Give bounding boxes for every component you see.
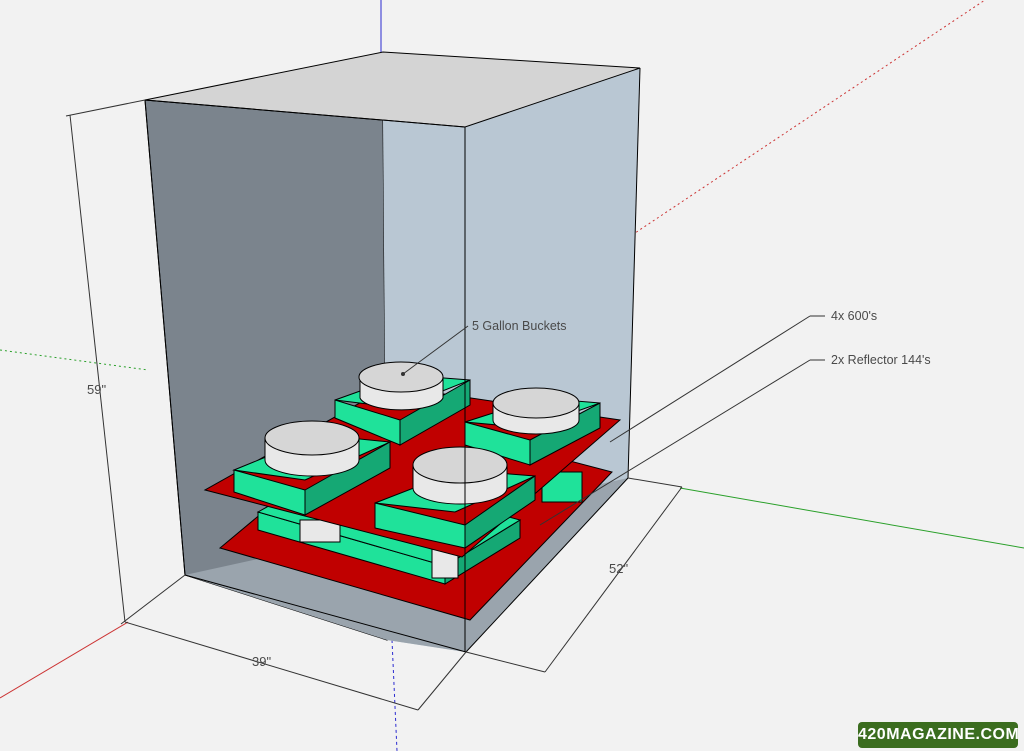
sketchup-viewport: 59" 39" 52" 5 Gallon Buckets 4x 600's 2x…: [0, 0, 1024, 751]
watermark-logo: 420MAGAZINE.COM: [858, 722, 1019, 748]
depth-dimension-label: 52": [609, 561, 628, 576]
bucket-lid: [412, 446, 508, 484]
bucket-lid: [358, 361, 444, 393]
width-dimension-label: 39": [252, 654, 271, 669]
bucket-callout-dot: [401, 372, 405, 376]
buckets-callout-label: 5 Gallon Buckets: [472, 319, 567, 333]
green-axis-dotted: [0, 349, 149, 371]
reflectors-callout-label: 2x Reflector 144's: [831, 353, 931, 367]
green-axis-solid: [679, 487, 1024, 549]
red-axis-solid: [0, 621, 129, 699]
lights-callout-label: 4x 600's: [831, 309, 877, 323]
blue-axis-bottom: [391, 639, 398, 751]
bucket-lid: [264, 420, 360, 456]
bucket-lid: [492, 387, 580, 419]
red-axis-dotted: [631, 0, 986, 236]
height-dimension-label: 59": [87, 382, 106, 397]
